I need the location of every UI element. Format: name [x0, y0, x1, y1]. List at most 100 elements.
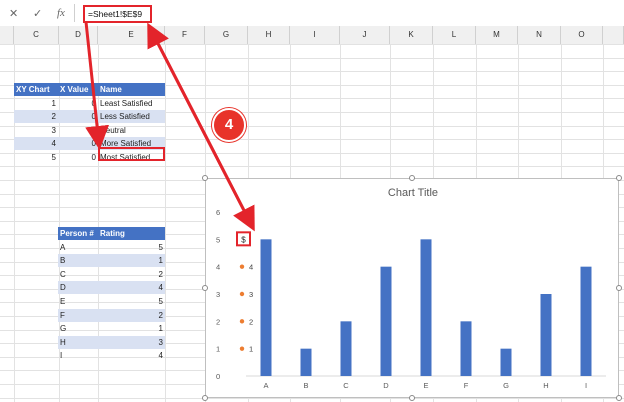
chart-resize-handle[interactable] — [616, 175, 622, 181]
xy-table-cell[interactable]: 0 — [58, 110, 98, 123]
chart-area[interactable]: Chart Title 0 1 2 3 4 5 6 A B C D E F G H I 1 2 3 4 $ — [202, 175, 622, 401]
chart-resize-handle[interactable] — [202, 175, 208, 181]
chart-resize-handle[interactable] — [616, 285, 622, 291]
xy-table-cell[interactable]: 4 — [14, 137, 58, 150]
rating-table-cell[interactable]: D — [58, 281, 98, 295]
rating-table-cell[interactable]: 1 — [98, 254, 165, 268]
xy-table-cell[interactable]: 0 — [58, 97, 98, 110]
bar-f — [460, 321, 472, 376]
insert-function-icon[interactable]: fx — [57, 7, 65, 19]
x-tick-label: D — [383, 381, 389, 390]
cancel-icon[interactable]: ✕ — [9, 7, 18, 20]
bar-g — [500, 348, 512, 376]
chart-plot: 0 1 2 3 4 5 6 A B C D E F G H I 1 2 3 4 $ — [216, 208, 606, 390]
y-tick-label: 5 — [216, 235, 220, 244]
x-tick-label: C — [343, 381, 349, 390]
scatter-point — [239, 319, 245, 324]
rating-table-cell[interactable]: 2 — [98, 268, 165, 281]
formula-bar-divider — [74, 4, 75, 22]
rating-table-cell[interactable]: F — [58, 308, 98, 322]
rating-table-cell[interactable]: 4 — [98, 349, 165, 362]
rating-table-cell[interactable]: C — [58, 268, 98, 281]
rating-table-cell[interactable]: 4 — [98, 281, 165, 295]
data-label: 3 — [249, 290, 253, 299]
data-label: 1 — [249, 345, 253, 354]
xy-table-cell[interactable]: 0 — [58, 151, 98, 164]
grid-row-line — [0, 44, 624, 45]
rating-table-cell[interactable]: I — [58, 349, 98, 362]
column-header-d[interactable]: D — [59, 26, 98, 44]
column-header-partial[interactable] — [603, 26, 624, 44]
bar-b — [300, 348, 312, 376]
rating-table-cell[interactable]: 1 — [98, 322, 165, 335]
y-tick-label: 3 — [216, 290, 220, 299]
xy-table-cell[interactable]: Least Satisfied — [98, 97, 165, 110]
y-tick-label: 6 — [216, 208, 220, 217]
x-tick-label: G — [503, 381, 509, 390]
xy-table-cell[interactable]: 5 — [14, 151, 58, 164]
column-header-e[interactable]: E — [98, 26, 165, 44]
xy-table-header: Name — [98, 83, 165, 96]
xy-table-header: X Value — [58, 83, 98, 96]
xy-table-cell[interactable]: Neutral — [98, 124, 165, 137]
step-number-badge: 4 — [212, 108, 246, 142]
y-tick-label: 4 — [216, 263, 220, 272]
xy-table-cell[interactable]: 0 — [58, 137, 98, 150]
column-header-h[interactable]: H — [248, 26, 290, 44]
bar-a — [260, 239, 272, 376]
x-tick-label: F — [464, 381, 469, 390]
xy-table-cell[interactable]: 3 — [14, 124, 58, 137]
bar-e — [420, 239, 432, 376]
scatter-point — [239, 291, 245, 297]
chart-resize-handle[interactable] — [409, 395, 415, 401]
column-header-l[interactable]: L — [433, 26, 476, 44]
rating-table-cell[interactable]: 3 — [98, 335, 165, 349]
chart-resize-handle[interactable] — [409, 175, 415, 181]
rating-table-cell[interactable]: B — [58, 254, 98, 268]
grid-row-line — [0, 58, 624, 59]
xy-table-cell[interactable]: 2 — [14, 110, 58, 123]
formula-input[interactable]: =Sheet1!$E$9 — [83, 5, 152, 23]
column-header-n[interactable]: N — [518, 26, 561, 44]
column-header-k[interactable]: K — [390, 26, 433, 44]
data-label: 2 — [249, 317, 253, 326]
column-header-f[interactable]: F — [165, 26, 205, 44]
grid-row-line — [0, 71, 624, 72]
select-all-corner[interactable] — [0, 26, 14, 44]
xy-table-cell[interactable]: 0 — [58, 124, 98, 137]
column-header-o[interactable]: O — [561, 26, 603, 44]
y-tick-label: 0 — [216, 372, 220, 381]
bar-d — [380, 266, 392, 376]
column-header-m[interactable]: M — [476, 26, 518, 44]
xy-table-cell[interactable]: Less Satisfied — [98, 110, 165, 123]
rating-table-header: Rating — [98, 227, 165, 240]
column-header-g[interactable]: G — [205, 26, 248, 44]
x-tick-label: A — [263, 381, 268, 390]
bar-h — [540, 294, 552, 376]
chart-resize-handle[interactable] — [616, 395, 622, 401]
rating-table-cell[interactable]: 5 — [98, 241, 165, 254]
scatter-point — [239, 264, 245, 269]
rating-table-cell[interactable]: G — [58, 322, 98, 335]
xy-table-cell[interactable]: 1 — [14, 97, 58, 110]
rating-table-cell[interactable]: E — [58, 295, 98, 308]
rating-table-cell[interactable]: 5 — [98, 295, 165, 308]
chart-resize-handle[interactable] — [202, 285, 208, 291]
rating-table-cell[interactable]: A — [58, 241, 98, 254]
data-label-selected: $ — [241, 235, 246, 244]
x-tick-label: E — [423, 381, 428, 390]
x-tick-label: I — [585, 381, 587, 390]
rating-table-cell[interactable]: H — [58, 335, 98, 349]
selected-cell-highlight — [98, 147, 165, 161]
x-tick-label: B — [303, 381, 308, 390]
chart-resize-handle[interactable] — [202, 395, 208, 401]
bar-i — [580, 266, 592, 376]
enter-check-icon[interactable]: ✓ — [33, 7, 42, 20]
column-header-c[interactable]: C — [14, 26, 59, 44]
formula-bar: ✕ ✓ fx =Sheet1!$E$9 — [0, 0, 624, 27]
column-header-i[interactable]: I — [290, 26, 340, 44]
bar-c — [340, 321, 352, 376]
xy-table-header: XY Chart — [14, 83, 58, 96]
column-header-j[interactable]: J — [340, 26, 390, 44]
rating-table-cell[interactable]: 2 — [98, 308, 165, 322]
